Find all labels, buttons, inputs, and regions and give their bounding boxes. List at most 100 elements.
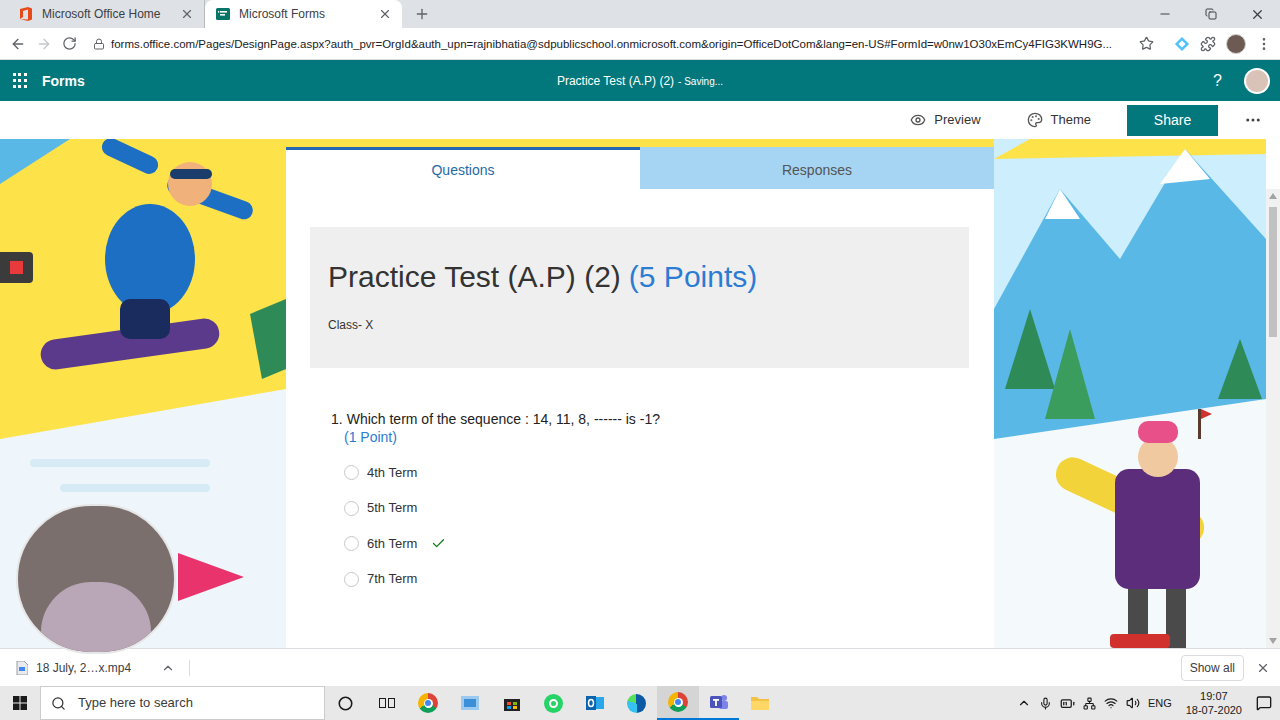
reload-icon[interactable] bbox=[62, 36, 77, 51]
close-window-button[interactable] bbox=[1234, 0, 1280, 28]
microphone-icon[interactable] bbox=[1039, 697, 1052, 710]
recording-indicator[interactable] bbox=[0, 252, 33, 283]
pink-pointer-shape bbox=[178, 553, 244, 601]
form-panel: QuestionsResponses Practice Test (A.P) (2… bbox=[286, 147, 994, 648]
restore-icon bbox=[1205, 8, 1217, 20]
new-tab-icon[interactable] bbox=[414, 6, 430, 22]
close-tab-icon[interactable] bbox=[378, 7, 392, 21]
question-number: 1. bbox=[331, 410, 343, 428]
share-button[interactable]: Share bbox=[1127, 105, 1218, 136]
bookmark-star-icon[interactable] bbox=[1139, 36, 1154, 51]
radio-button[interactable] bbox=[344, 501, 359, 516]
cortana-icon bbox=[338, 696, 353, 711]
command-bar: Preview Theme Share bbox=[0, 101, 1280, 139]
close-download-bar-icon[interactable] bbox=[1256, 661, 1270, 675]
system-tray: ENG 19:0718-07-2020 bbox=[1017, 689, 1280, 717]
user-avatar[interactable] bbox=[1244, 68, 1270, 94]
form-title-bar: Practice Test (A.P) (2)- Saving... bbox=[557, 73, 723, 89]
tab-strip: Microsoft Office Home Microsoft Forms bbox=[0, 0, 1280, 28]
close-tab-icon[interactable] bbox=[180, 7, 194, 21]
option-label: 4th Term bbox=[367, 464, 417, 482]
close-icon bbox=[1250, 7, 1265, 22]
page-scrollbar[interactable] bbox=[1266, 189, 1280, 648]
outlook-taskbar-button[interactable] bbox=[574, 686, 615, 720]
chrome-menu-icon[interactable] bbox=[1256, 36, 1272, 52]
clock[interactable]: 19:0718-07-2020 bbox=[1180, 689, 1248, 717]
help-button[interactable]: ? bbox=[1213, 71, 1222, 91]
browser-tab[interactable]: Microsoft Forms bbox=[205, 0, 402, 28]
edge-taskbar-button[interactable] bbox=[615, 686, 657, 720]
explorer-taskbar-button[interactable] bbox=[739, 686, 780, 720]
teams-icon bbox=[709, 693, 729, 711]
profile-avatar[interactable] bbox=[1226, 34, 1246, 54]
chrome-icon bbox=[418, 693, 438, 713]
radio-button[interactable] bbox=[344, 572, 359, 587]
extensions-icon[interactable] bbox=[1200, 36, 1216, 52]
store-taskbar-button[interactable] bbox=[491, 686, 532, 720]
save-status: - Saving... bbox=[678, 75, 723, 89]
eye-icon bbox=[910, 112, 926, 128]
taskbar-search[interactable]: Type here to search bbox=[40, 686, 325, 720]
desktop-screen: Microsoft Office Home Microsoft Forms form… bbox=[0, 0, 1280, 720]
network-icon[interactable] bbox=[1083, 697, 1096, 710]
question[interactable]: 1.Which term of the sequence : 14, 11, 8… bbox=[310, 410, 969, 597]
record-stop-icon bbox=[10, 261, 23, 274]
task-view-icon bbox=[379, 696, 395, 710]
more-options-icon[interactable] bbox=[1244, 111, 1262, 129]
volume-icon[interactable] bbox=[1126, 696, 1140, 710]
scrollbar-thumb[interactable] bbox=[1269, 207, 1277, 337]
forms-logo-icon bbox=[215, 6, 231, 22]
cortana-button[interactable] bbox=[325, 686, 366, 720]
form-tabs: QuestionsResponses bbox=[286, 147, 994, 189]
whatsapp-icon bbox=[544, 694, 563, 713]
folder-icon bbox=[750, 695, 770, 711]
restore-button[interactable] bbox=[1188, 0, 1234, 28]
form-title-card[interactable]: Practice Test (A.P) (2)(5 Points)Class- … bbox=[310, 227, 969, 368]
outlook-icon bbox=[585, 694, 605, 712]
app-taskbar-button[interactable] bbox=[449, 686, 491, 720]
download-item[interactable]: 18 July, 2…x.mp4 bbox=[16, 660, 190, 676]
hidden-icons-icon[interactable] bbox=[1017, 696, 1031, 710]
preview-button[interactable]: Preview bbox=[900, 111, 990, 129]
input-language[interactable]: ENG bbox=[1148, 696, 1172, 710]
option-row[interactable]: 5th Term bbox=[331, 491, 969, 527]
wifi-icon[interactable] bbox=[1104, 696, 1118, 710]
minimize-icon bbox=[1158, 7, 1172, 21]
forward-icon[interactable] bbox=[36, 36, 52, 52]
form-tab[interactable]: Questions bbox=[286, 147, 640, 189]
task-view-button[interactable] bbox=[366, 686, 407, 720]
browser-toolbar: forms.office.com/Pages/DesignPage.aspx?a… bbox=[0, 28, 1280, 60]
notifications-icon[interactable] bbox=[1256, 695, 1272, 711]
address-bar[interactable]: forms.office.com/Pages/DesignPage.aspx?a… bbox=[87, 36, 1154, 52]
tab-title: Microsoft Forms bbox=[239, 6, 370, 22]
form-tab[interactable]: Responses bbox=[640, 147, 994, 189]
back-icon[interactable] bbox=[10, 36, 26, 52]
download-bar: 18 July, 2…x.mp4 Show all bbox=[0, 648, 1280, 686]
radio-button[interactable] bbox=[344, 536, 359, 551]
radio-button[interactable] bbox=[344, 465, 359, 480]
scroll-up-icon[interactable] bbox=[1269, 193, 1277, 199]
app-launcher-icon[interactable] bbox=[13, 73, 26, 88]
whatsapp-taskbar-button[interactable] bbox=[532, 686, 574, 720]
theme-button[interactable]: Theme bbox=[1017, 111, 1101, 129]
search-placeholder: Type here to search bbox=[78, 694, 193, 712]
option-row[interactable]: 7th Term bbox=[331, 562, 969, 598]
minimize-button[interactable] bbox=[1142, 0, 1188, 28]
teams-taskbar-button[interactable] bbox=[699, 686, 739, 720]
question-points: (1 Point) bbox=[331, 428, 969, 446]
download-menu-icon[interactable] bbox=[161, 661, 175, 675]
scroll-down-icon[interactable] bbox=[1269, 638, 1277, 644]
chrome-active-taskbar-button[interactable] bbox=[657, 686, 699, 720]
chrome-taskbar-button[interactable] bbox=[407, 686, 449, 720]
option-label: 5th Term bbox=[367, 499, 417, 517]
extension-diamond-icon[interactable] bbox=[1174, 36, 1190, 52]
browser-tab[interactable]: Microsoft Office Home bbox=[8, 0, 205, 28]
battery-icon[interactable] bbox=[1060, 696, 1075, 711]
option-row[interactable]: 6th Term bbox=[331, 526, 969, 562]
file-icon bbox=[16, 661, 28, 675]
option-row[interactable]: 4th Term bbox=[331, 455, 969, 491]
app-name[interactable]: Forms bbox=[42, 72, 85, 90]
store-bag-icon bbox=[502, 694, 522, 712]
show-all-button[interactable]: Show all bbox=[1181, 655, 1244, 681]
start-button[interactable] bbox=[0, 686, 40, 720]
